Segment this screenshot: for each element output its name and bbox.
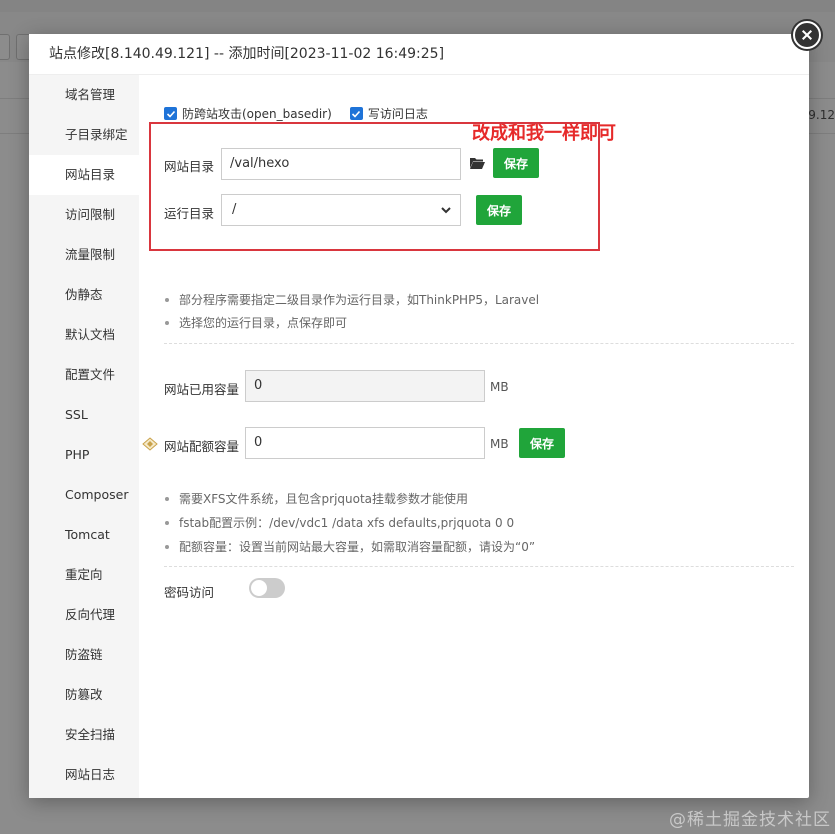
sidebar-item-subdir-binding[interactable]: 子目录绑定	[29, 115, 139, 155]
sidebar-item-hotlink-protection[interactable]: 防盗链	[29, 635, 139, 675]
used-quota-label: 网站已用容量	[164, 382, 240, 397]
access-log-label: 写访问日志	[367, 107, 428, 121]
sidebar-item-tamper-proof[interactable]: 防篡改	[29, 675, 139, 715]
hint-item: 部分程序需要指定二级目录作为运行目录，如ThinkPHP5，Laravel	[165, 291, 539, 308]
annotation-highlight-box	[149, 122, 600, 251]
chevron-down-icon	[441, 207, 451, 214]
hint-item: 选择您的运行目录，点保存即可	[165, 314, 347, 331]
sidebar-item-reverse-proxy[interactable]: 反向代理	[29, 595, 139, 635]
quota-save-button[interactable]: 保存	[519, 428, 565, 458]
sidebar-item-traffic-limit[interactable]: 流量限制	[29, 235, 139, 275]
password-access-label: 密码访问	[164, 585, 215, 600]
section-divider	[164, 566, 794, 567]
sidebar-item-default-doc[interactable]: 默认文档	[29, 315, 139, 355]
site-dir-input[interactable]: /val/hexo	[221, 148, 461, 180]
sidebar-item-access-limit[interactable]: 访问限制	[29, 195, 139, 235]
close-button-ring	[793, 21, 821, 49]
site-dir-panel: 防跨站攻击(open_basedir) 写访问日志 改成和我一样即可 网站目录 …	[139, 75, 809, 798]
bullet-dot	[165, 320, 169, 325]
sidebar-item-rewrite[interactable]: 伪静态	[29, 275, 139, 315]
bullet-dot	[165, 496, 169, 501]
hint-text: 部分程序需要指定二级目录作为运行目录，如ThinkPHP5，Laravel	[179, 293, 540, 307]
site-dir-label: 网站目录	[164, 159, 215, 174]
watermark-text: @稀土掘金技术社区	[669, 810, 831, 830]
modal-sidebar: 域名管理 子目录绑定 网站目录 访问限制 流量限制 伪静态 默认文档 配置文件 …	[29, 75, 139, 798]
used-quota-unit: MB	[490, 380, 509, 394]
open-basedir-label: 防跨站攻击(open_basedir)	[182, 107, 332, 121]
check-icon	[352, 110, 361, 118]
run-dir-save-button[interactable]: 保存	[476, 195, 522, 225]
sidebar-item-redirect[interactable]: 重定向	[29, 555, 139, 595]
hint-item: 需要XFS文件系统，且包含prjquota挂载参数才能使用	[165, 490, 468, 507]
sidebar-item-php[interactable]: PHP	[29, 435, 139, 475]
sidebar-item-ssl[interactable]: SSL	[29, 395, 139, 435]
options-row: 防跨站攻击(open_basedir) 写访问日志	[164, 105, 446, 122]
hint-text: 配额容量：设置当前网站最大容量，如需取消容量配额，请设为“0”	[179, 540, 536, 554]
hint-item: fstab配置示例：/dev/vdc1 /data xfs defaults,p…	[165, 514, 514, 531]
sidebar-item-site-dir[interactable]: 网站目录	[29, 155, 139, 195]
hint-text: fstab配置示例：/dev/vdc1 /data xfs defaults,p…	[179, 516, 515, 530]
run-dir-select[interactable]: /	[221, 194, 461, 226]
section-divider	[164, 343, 794, 344]
bullet-dot	[165, 520, 169, 525]
bullet-dot	[165, 544, 169, 549]
sidebar-item-site-logs[interactable]: 网站日志	[29, 755, 139, 795]
vip-gem-icon	[142, 437, 158, 451]
site-edit-modal: 站点修改[8.140.49.121] -- 添加时间[2023-11-02 16…	[29, 34, 809, 798]
hint-text: 选择您的运行目录，点保存即可	[179, 316, 348, 330]
password-access-toggle[interactable]	[249, 578, 285, 598]
check-icon	[166, 110, 175, 118]
sidebar-item-security-scan[interactable]: 安全扫描	[29, 715, 139, 755]
open-basedir-checkbox[interactable]	[164, 107, 177, 120]
quota-unit: MB	[490, 437, 509, 451]
sidebar-item-domain[interactable]: 域名管理	[29, 75, 139, 115]
quota-input[interactable]: 0	[245, 427, 485, 459]
bullet-dot	[165, 297, 169, 302]
hint-item: 配额容量：设置当前网站最大容量，如需取消容量配额，请设为“0”	[165, 538, 535, 555]
toggle-knob	[251, 580, 267, 596]
access-log-checkbox[interactable]	[349, 107, 363, 120]
sidebar-item-config-file[interactable]: 配置文件	[29, 355, 139, 395]
site-dir-save-button[interactable]: 保存	[493, 148, 539, 178]
hint-text: 需要XFS文件系统，且包含prjquota挂载参数才能使用	[179, 492, 469, 506]
modal-close-button[interactable]	[791, 19, 823, 51]
used-quota-input: 0	[245, 370, 485, 402]
folder-open-icon[interactable]	[469, 156, 485, 170]
sidebar-item-composer[interactable]: Composer	[29, 475, 139, 515]
run-dir-label: 运行目录	[164, 206, 215, 221]
sidebar-item-tomcat[interactable]: Tomcat	[29, 515, 139, 555]
close-icon	[801, 29, 813, 41]
quota-label: 网站配额容量	[164, 439, 240, 454]
modal-title: 站点修改[8.140.49.121] -- 添加时间[2023-11-02 16…	[29, 34, 809, 75]
run-dir-selected-value: /	[232, 202, 237, 217]
